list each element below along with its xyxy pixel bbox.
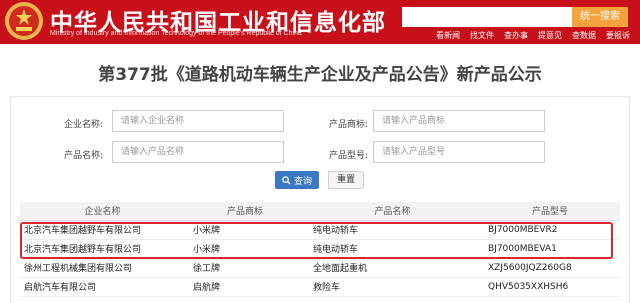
site-search-button[interactable]: 统一搜索 — [572, 7, 628, 27]
search-button-label: 查询 — [293, 176, 312, 187]
site-header: 中华人民共和国工业和信息化部 Ministry of Industry and … — [0, 0, 640, 44]
reset-button[interactable]: 重置 — [328, 171, 364, 189]
site-search-input[interactable] — [402, 7, 572, 27]
cell-trademark: 小米牌 — [185, 220, 305, 240]
cell-product-name: 纯电动轿车 — [305, 239, 480, 259]
product-name-input[interactable] — [112, 141, 284, 163]
search-icon — [282, 175, 291, 185]
cell-product-name: 救险车 — [305, 277, 480, 297]
cell-product-name: 全地面起重机 — [305, 258, 480, 278]
column-header[interactable]: 产品型号 — [480, 202, 620, 221]
cell-company: 北京汽车集团越野车有限公司 — [20, 220, 185, 240]
table-row[interactable]: 北京汽车集团越野车有限公司 小米牌 纯电动轿车 BJ7000MBEVA1 — [20, 239, 620, 259]
model-input[interactable] — [373, 141, 545, 163]
cell-model: BJ7000MBEVR2 — [480, 220, 620, 240]
company-label: 企业名称: — [63, 120, 103, 130]
nav-report[interactable]: 要报诉 — [606, 30, 630, 41]
top-nav: 看新闻 找文件 查办事 提意见 查数据 要报诉 — [436, 30, 630, 41]
table-header-row: 企业名称 产品商标 产品名称 产品型号 — [20, 202, 620, 221]
nav-data[interactable]: 查数据 — [572, 30, 596, 41]
nav-files[interactable]: 找文件 — [470, 30, 494, 41]
cell-product-name: 纯电动轿车 — [305, 220, 480, 240]
search-button[interactable]: 查询 — [275, 171, 319, 189]
company-input[interactable] — [112, 110, 284, 132]
site-subtitle: Ministry of Industry and Information Tec… — [50, 30, 302, 37]
cell-company: 启航汽车有限公司 — [20, 277, 185, 297]
page-title: 第377批《道路机动车辆生产企业及产品公告》新产品公示 — [98, 65, 542, 85]
national-emblem-icon — [5, 2, 43, 40]
cell-company: 北京汽车集团越野车有限公司 — [20, 239, 185, 259]
table-row[interactable]: 徐州工程机械集团有限公司 徐工牌 全地面起重机 XZJ5600JQZ260G8 — [20, 258, 620, 278]
product-name-label: 产品名称: — [63, 151, 103, 161]
nav-feedback[interactable]: 提意见 — [538, 30, 562, 41]
cell-trademark: 启航牌 — [185, 277, 305, 297]
column-header[interactable]: 企业名称 — [20, 202, 185, 221]
nav-news[interactable]: 看新闻 — [436, 30, 460, 41]
nav-services[interactable]: 查办事 — [504, 30, 528, 41]
results-table: 企业名称 产品商标 产品名称 产品型号 北京汽车集团越野车有限公司 小米牌 纯电… — [20, 202, 620, 297]
column-header[interactable]: 产品商标 — [185, 202, 305, 221]
cell-trademark: 徐工牌 — [185, 258, 305, 278]
cell-company: 徐州工程机械集团有限公司 — [20, 258, 185, 278]
cell-model: XZJ5600JQZ260G8 — [480, 258, 620, 278]
cell-model: QHV5035XXHSH6 — [480, 277, 620, 297]
table-row[interactable]: 启航汽车有限公司 启航牌 救险车 QHV5035XXHSH6 — [20, 277, 620, 297]
table-row[interactable]: 北京汽车集团越野车有限公司 小米牌 纯电动轿车 BJ7000MBEVR2 — [20, 220, 620, 240]
column-header[interactable]: 产品名称 — [305, 202, 480, 221]
cell-trademark: 小米牌 — [185, 239, 305, 259]
model-label: 产品型号: — [328, 151, 368, 161]
trademark-input[interactable] — [373, 110, 545, 132]
cell-model: BJ7000MBEVA1 — [480, 239, 620, 259]
trademark-label: 产品商标: — [328, 120, 368, 130]
